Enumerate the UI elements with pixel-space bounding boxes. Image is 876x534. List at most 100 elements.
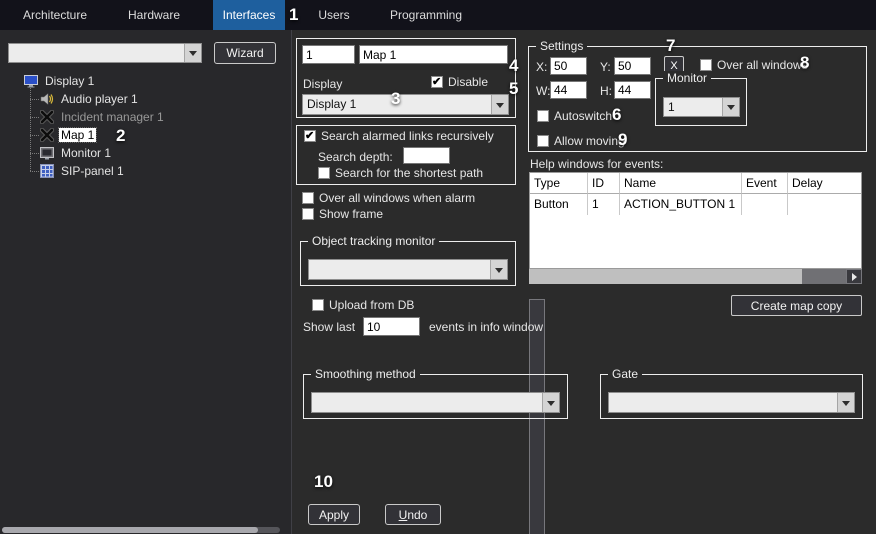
table-row[interactable]: Button 1 ACTION_BUTTON 1 — [530, 194, 861, 215]
tree-item-audio-player[interactable]: Audio player 1 — [0, 90, 291, 108]
help-windows-title: Help windows for events: — [530, 157, 663, 172]
h-field[interactable] — [614, 81, 651, 99]
h-label: H: — [600, 84, 612, 99]
disable-checkbox-box[interactable] — [431, 76, 443, 88]
allow-moving-checkbox[interactable]: Allow moving — [537, 134, 625, 148]
table-header-row: Type ID Name Event Delay — [530, 173, 861, 194]
tree-item-incident-manager[interactable]: Incident manager 1 — [0, 108, 291, 126]
object-combobox[interactable] — [8, 43, 202, 63]
search-depth-field[interactable] — [403, 147, 450, 164]
object-combobox-arrow-icon[interactable] — [184, 44, 201, 62]
search-shortest-path-checkbox-box[interactable] — [318, 167, 330, 179]
tab-architecture[interactable]: Architecture — [14, 0, 96, 30]
tree-item-map[interactable]: Map 1 — [0, 126, 291, 144]
disable-checkbox[interactable]: Disable — [431, 75, 488, 89]
map-name-field[interactable] — [359, 45, 508, 64]
annotation-10: 10 — [314, 472, 333, 492]
col-delay: Delay — [788, 173, 861, 194]
tree-item-monitor[interactable]: Monitor 1 — [0, 144, 291, 162]
search-recursive-checkbox[interactable]: Search alarmed links recursively — [304, 129, 494, 143]
scrollbar-thumb[interactable] — [529, 269, 802, 284]
incident-manager-icon — [40, 110, 55, 124]
settings-groupbox-label: Settings — [536, 39, 587, 54]
object-tree: Display 1 Audio player 1 Incident manage… — [0, 72, 291, 192]
tree-horizontal-scrollbar[interactable] — [2, 527, 280, 533]
search-depth-label: Search depth: — [318, 150, 393, 165]
show-frame-checkbox[interactable]: Show frame — [302, 207, 383, 221]
scrollbar-track[interactable] — [529, 269, 846, 284]
over-all-windows-checkbox-label: Over all windows — [717, 58, 808, 72]
object-tracking-combobox[interactable] — [308, 259, 508, 280]
gate-groupbox-label: Gate — [608, 367, 642, 382]
w-label: W: — [536, 84, 550, 99]
search-recursive-checkbox-box[interactable] — [304, 130, 316, 142]
wizard-button[interactable]: Wizard — [214, 42, 276, 64]
over-all-windows-alarm-checkbox[interactable]: Over all windows when alarm — [302, 191, 475, 205]
cell-name: ACTION_BUTTON 1 — [620, 194, 742, 215]
over-all-windows-checkbox-box[interactable] — [700, 59, 712, 71]
upload-from-db-checkbox[interactable]: Upload from DB — [312, 298, 414, 312]
create-map-copy-button[interactable]: Create map copy — [731, 295, 862, 316]
cell-id: 1 — [588, 194, 620, 215]
show-last-suffix-label: events in info window — [429, 320, 543, 335]
apply-button[interactable]: Apply — [308, 504, 360, 525]
object-tracking-combobox-arrow-icon[interactable] — [490, 260, 507, 279]
y-label: Y: — [600, 60, 611, 75]
map-id-field[interactable] — [302, 45, 355, 64]
col-event: Event — [742, 173, 788, 194]
monitor-combobox-arrow-icon[interactable] — [722, 98, 739, 116]
tab-programming[interactable]: Programming — [380, 0, 472, 30]
tree-scrollbar-thumb[interactable] — [2, 527, 258, 533]
help-events-table: Type ID Name Event Delay Button 1 ACTION… — [529, 172, 862, 269]
allow-moving-checkbox-box[interactable] — [537, 135, 549, 147]
autoswitch-checkbox[interactable]: Autoswitch — [537, 109, 612, 123]
disable-checkbox-label: Disable — [448, 75, 488, 89]
monitor-groupbox-label: Monitor — [663, 71, 711, 86]
display-icon — [24, 74, 39, 88]
allow-moving-checkbox-label: Allow moving — [554, 134, 625, 148]
x-field[interactable] — [550, 57, 587, 75]
monitor-combobox-value: 1 — [664, 98, 722, 116]
show-last-label: Show last — [303, 320, 355, 335]
tree-item-display[interactable]: Display 1 — [0, 72, 291, 90]
tree-item-label: Monitor 1 — [59, 146, 113, 160]
gate-combobox-arrow-icon[interactable] — [837, 393, 854, 412]
scroll-right-icon[interactable] — [846, 269, 862, 284]
cell-delay — [788, 194, 861, 215]
tab-interfaces[interactable]: Interfaces — [213, 0, 285, 30]
monitor-icon — [40, 146, 55, 160]
tree-item-label: SIP-panel 1 — [59, 164, 126, 178]
search-shortest-path-checkbox[interactable]: Search for the shortest path — [318, 166, 483, 180]
col-name: Name — [620, 173, 742, 194]
over-all-windows-alarm-checkbox-box[interactable] — [302, 192, 314, 204]
app-window: Architecture Hardware Interfaces Users P… — [0, 0, 876, 534]
table-horizontal-scrollbar[interactable] — [529, 269, 862, 284]
show-frame-checkbox-box[interactable] — [302, 208, 314, 220]
cell-event — [742, 194, 788, 215]
upload-from-db-checkbox-box[interactable] — [312, 299, 324, 311]
tree-item-label: Audio player 1 — [59, 92, 140, 106]
tree-item-sip-panel[interactable]: SIP-panel 1 — [0, 162, 291, 180]
tab-hardware[interactable]: Hardware — [114, 0, 194, 30]
object-tree-panel: Wizard Display 1 Audio player 1 — [0, 30, 292, 534]
autoswitch-checkbox-label: Autoswitch — [554, 109, 612, 123]
w-field[interactable] — [550, 81, 587, 99]
display-combobox-value: Display 1 — [303, 95, 491, 114]
display-combobox-arrow-icon[interactable] — [491, 95, 508, 114]
y-field[interactable] — [614, 57, 651, 75]
over-all-windows-checkbox[interactable]: Over all windows — [700, 58, 808, 72]
undo-button[interactable]: Undo — [385, 504, 441, 525]
autoswitch-checkbox-box[interactable] — [537, 110, 549, 122]
show-last-field[interactable] — [363, 317, 420, 336]
smoothing-groupbox-label: Smoothing method — [311, 367, 420, 382]
smoothing-combobox-arrow-icon[interactable] — [542, 393, 559, 412]
undo-button-label-rest: ndo — [407, 508, 427, 522]
display-combobox[interactable]: Display 1 — [302, 94, 509, 115]
monitor-combobox[interactable]: 1 — [663, 97, 740, 117]
search-shortest-path-checkbox-label: Search for the shortest path — [335, 166, 483, 180]
smoothing-combobox[interactable] — [311, 392, 560, 413]
tab-users[interactable]: Users — [306, 0, 362, 30]
gate-combobox[interactable] — [608, 392, 855, 413]
tree-item-label: Incident manager 1 — [59, 110, 166, 124]
tree-item-label: Display 1 — [43, 74, 96, 88]
